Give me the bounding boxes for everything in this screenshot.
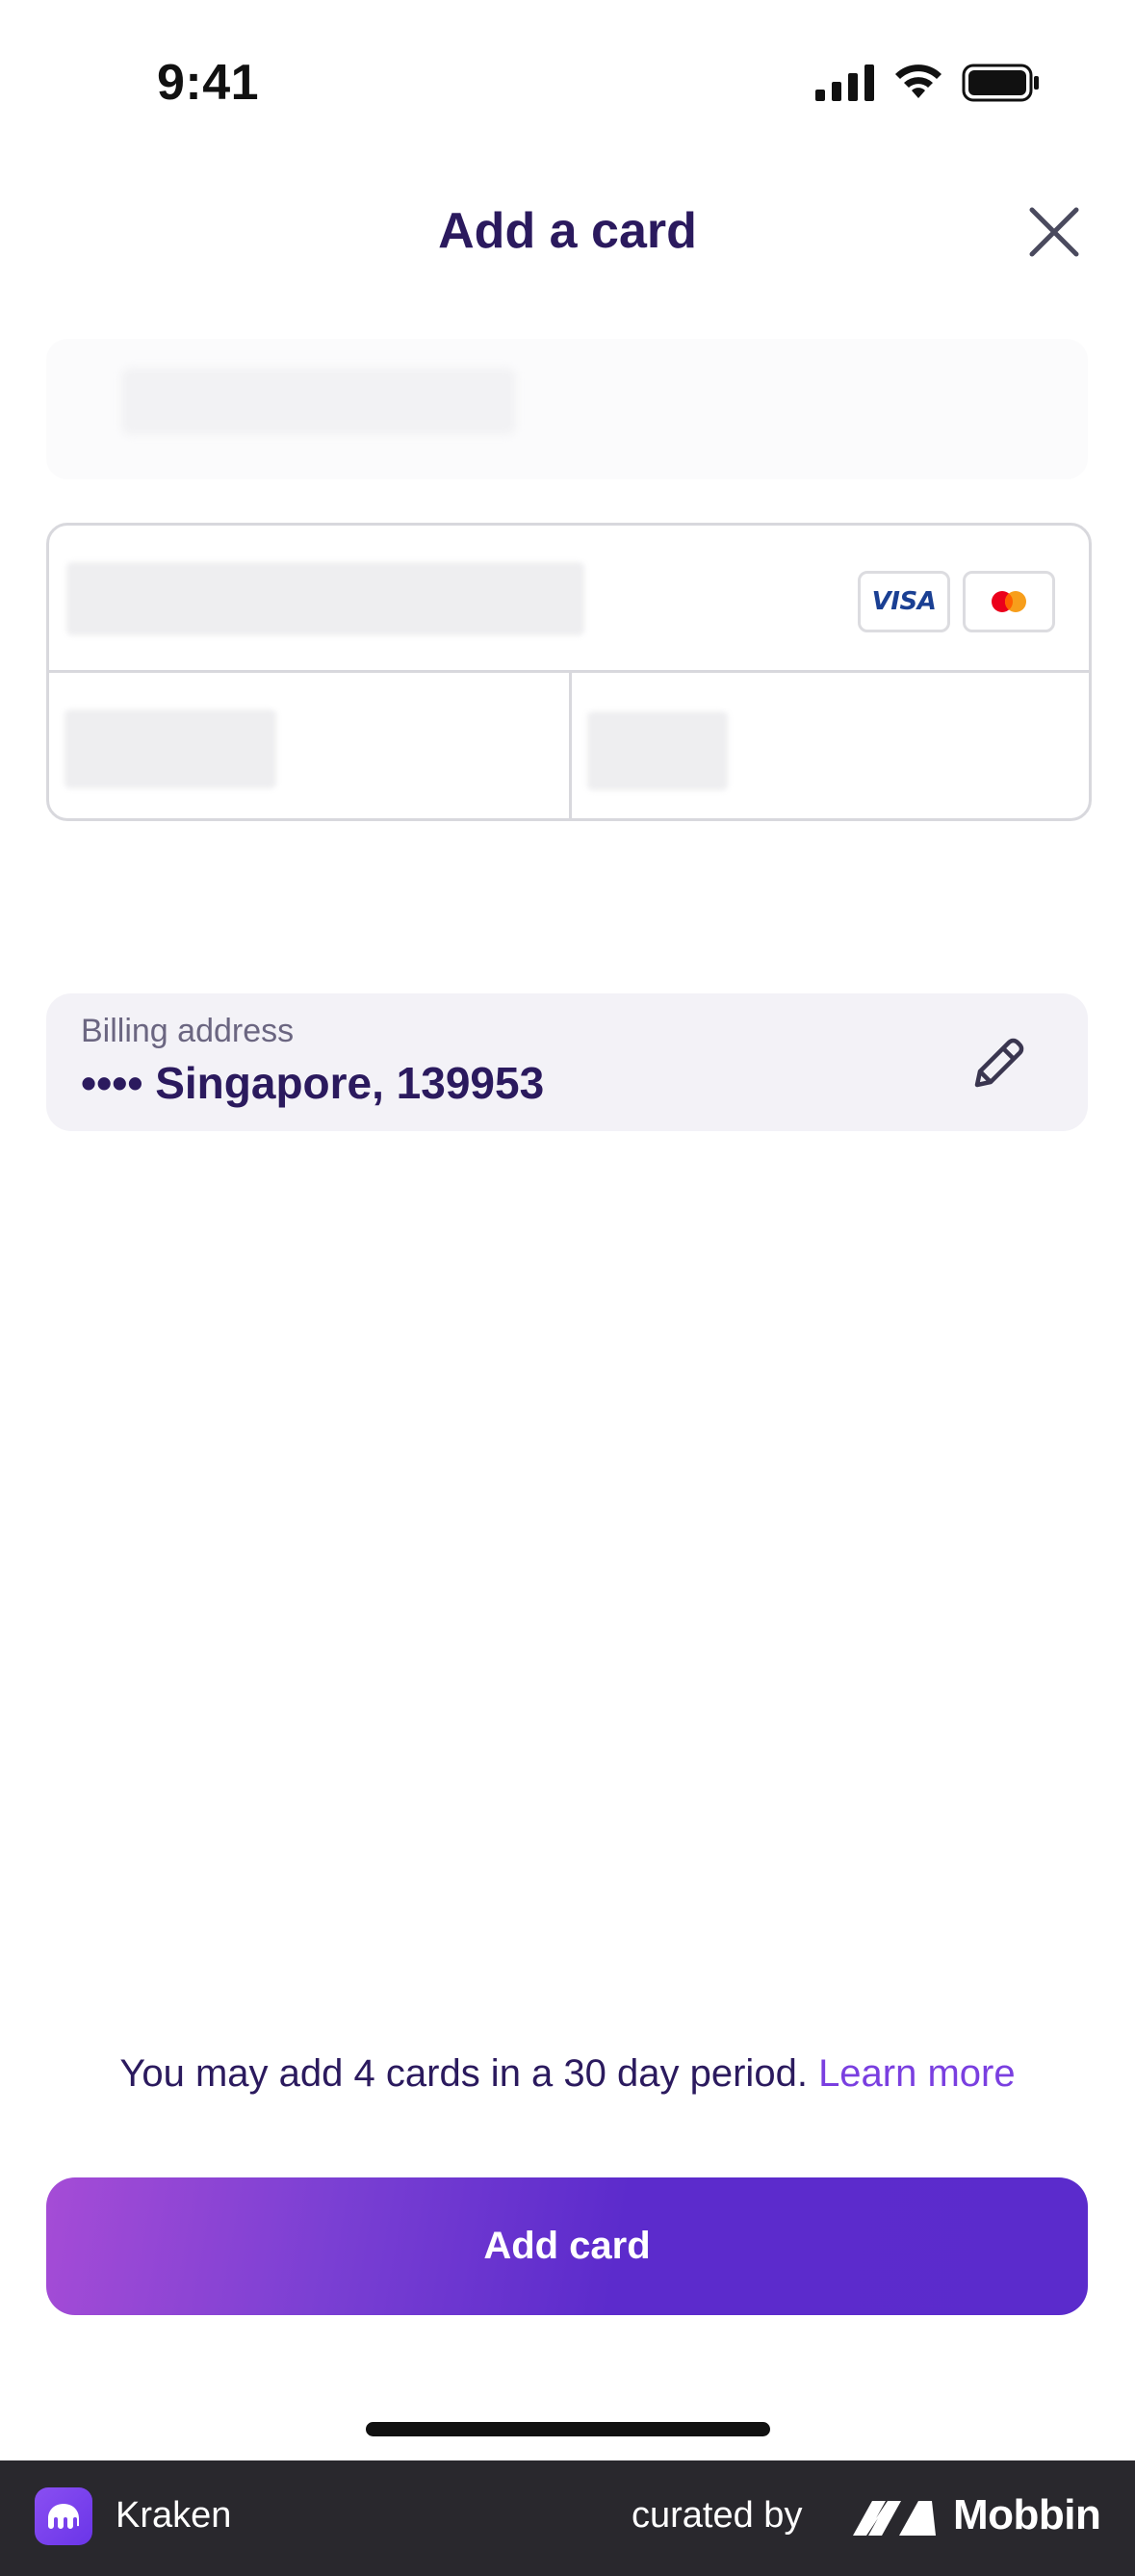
- footer-bar: Kraken curated by Mobbin: [0, 2460, 1135, 2576]
- close-icon: [1029, 207, 1079, 257]
- close-button[interactable]: [1026, 204, 1082, 260]
- expiry-date-field[interactable]: [49, 673, 572, 818]
- card-limit-notice: You may add 4 cards in a 30 day period. …: [0, 2052, 1135, 2096]
- wifi-icon: [895, 64, 942, 98]
- billing-address-label: Billing address: [81, 1013, 295, 1049]
- card-details-group: VISA: [46, 523, 1092, 821]
- footer-curated-by: curated by: [632, 2495, 803, 2536]
- cvc-field[interactable]: [572, 673, 1089, 818]
- home-indicator: [366, 2422, 770, 2436]
- status-time: 9:41: [157, 55, 260, 111]
- add-card-button[interactable]: Add card: [46, 2177, 1088, 2315]
- mobbin-logo-icon: [853, 2501, 936, 2536]
- status-icons: [815, 64, 1041, 102]
- learn-more-link[interactable]: Learn more: [818, 2052, 1016, 2095]
- pencil-icon: [974, 1038, 1024, 1088]
- cardholder-name-field[interactable]: [46, 339, 1088, 479]
- kraken-app-icon: [35, 2487, 92, 2545]
- footer-app-name: Kraken: [116, 2495, 232, 2536]
- card-number-field[interactable]: VISA: [49, 526, 1089, 673]
- kraken-logo-icon: [48, 2504, 79, 2529]
- cardholder-name-value: [121, 368, 516, 435]
- edit-billing-button[interactable]: [963, 1026, 1036, 1099]
- cvc-value: [587, 711, 728, 790]
- footer-brand: Mobbin: [953, 2491, 1101, 2538]
- card-number-value: [66, 562, 584, 635]
- page-title: Add a card: [438, 203, 697, 259]
- mastercard-badge: [963, 571, 1055, 632]
- signal-icon: [815, 64, 874, 101]
- battery-icon: [962, 64, 1039, 102]
- card-limit-text: You may add 4 cards in a 30 day period.: [119, 2052, 808, 2095]
- visa-badge: VISA: [858, 571, 950, 632]
- expiry-date-value: [64, 709, 276, 788]
- billing-address-card[interactable]: Billing address •••• Singapore, 139953: [46, 993, 1088, 1131]
- billing-address-value: •••• Singapore, 139953: [81, 1058, 545, 1108]
- mastercard-icon: [992, 591, 1026, 612]
